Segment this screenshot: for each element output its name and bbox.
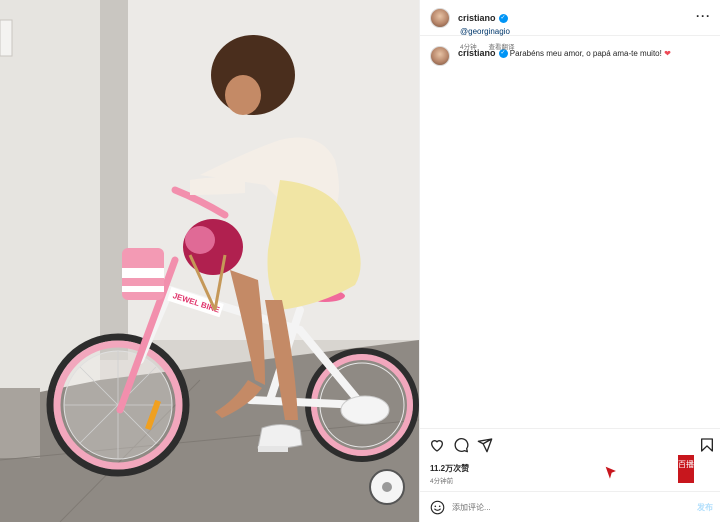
share-icon[interactable] — [477, 437, 493, 453]
caption-text: Parabéns meu amor, o papá ama-te muito! — [509, 49, 662, 58]
see-translation-link[interactable]: 查看翻译 — [488, 44, 514, 51]
mention-link[interactable]: @georginagio — [460, 27, 510, 36]
comment-icon[interactable] — [453, 437, 469, 453]
more-options-icon[interactable]: ··· — [696, 9, 711, 23]
verified-badge-icon: ✓ — [498, 14, 508, 24]
like-count[interactable]: 11.2万次赞 — [430, 463, 469, 474]
caption-time: 4分钟 — [460, 44, 477, 51]
heart-icon[interactable] — [429, 437, 445, 453]
cursor-icon — [604, 465, 618, 481]
post-photo[interactable]: JEWEL BIKE — [0, 0, 419, 522]
watermark-logo: 百播 — [678, 455, 694, 483]
author-username[interactable]: cristiano ✓ — [458, 13, 508, 24]
post-details-panel: cristiano ✓ ··· cristiano ✓ Parabéns meu a… — [419, 0, 720, 522]
post-time: 4分钟前 — [430, 478, 454, 485]
photo-girl-on-pink-bicycle: JEWEL BIKE — [0, 0, 419, 522]
comment-input[interactable] — [452, 499, 672, 515]
author-username-text[interactable]: cristiano — [458, 13, 496, 23]
emoji-icon[interactable] — [430, 500, 445, 515]
post-comment-button[interactable]: 发布 — [697, 502, 713, 513]
action-bar: 11.2万次赞 4分钟前 — [420, 428, 720, 488]
bookmark-icon[interactable] — [699, 437, 715, 453]
author-avatar[interactable] — [430, 8, 450, 28]
caption-avatar[interactable] — [430, 46, 450, 66]
comment-bar: 发布 — [420, 491, 720, 522]
caption-meta: 4分钟 查看翻译 — [460, 41, 524, 51]
red-heart-emoji: ❤ — [664, 49, 671, 58]
